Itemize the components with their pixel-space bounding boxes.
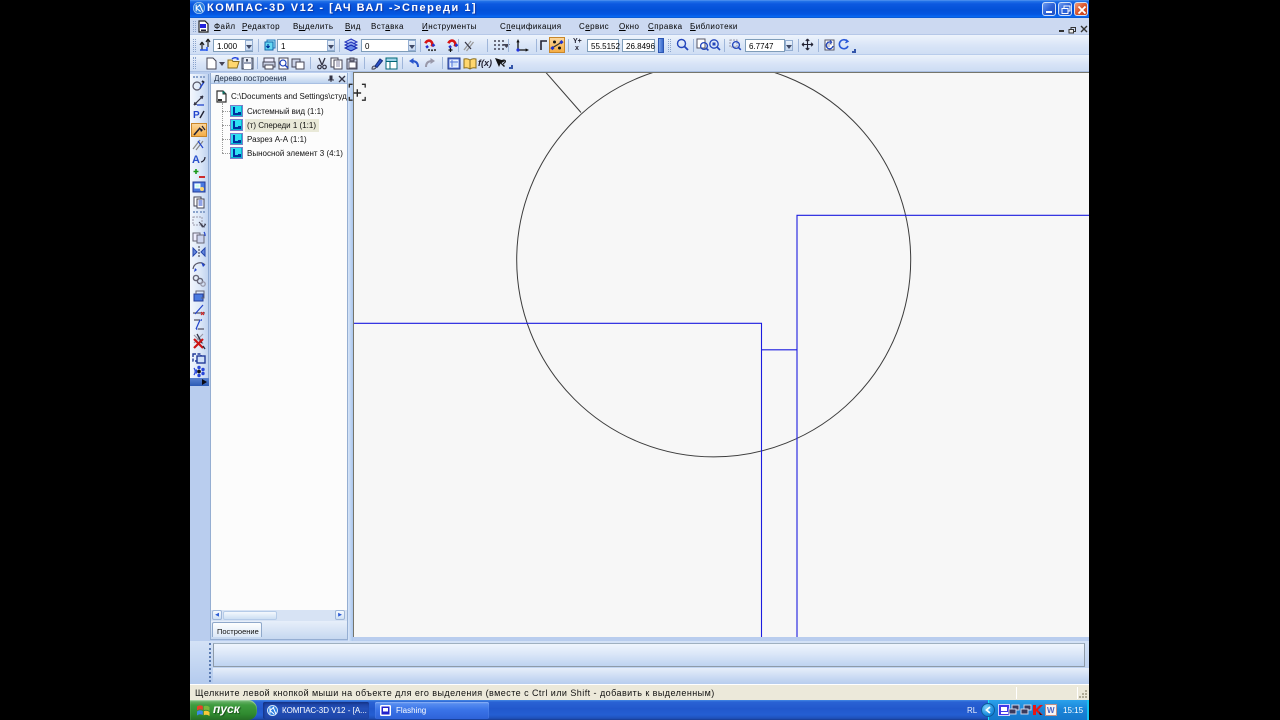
svg-text:?: ?: [501, 58, 507, 68]
svg-text:A: A: [192, 154, 200, 165]
svg-text:P: P: [193, 110, 200, 121]
